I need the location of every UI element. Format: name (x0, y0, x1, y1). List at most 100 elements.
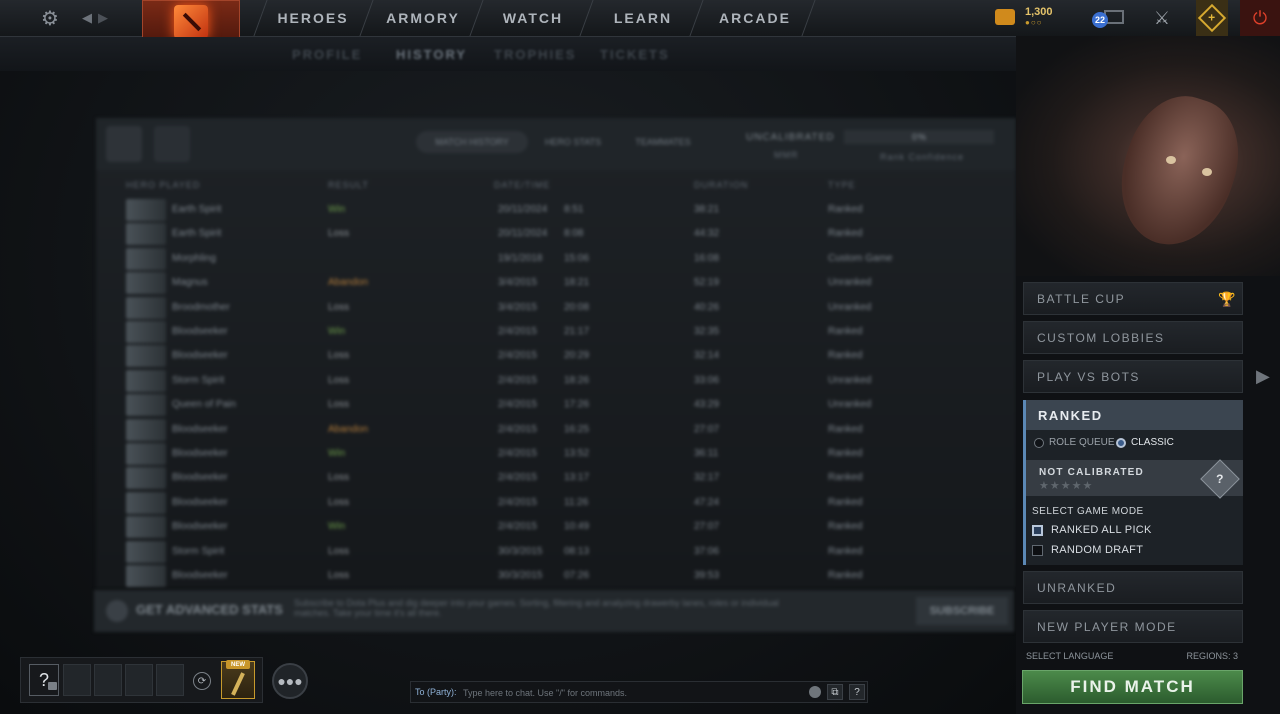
party-slot[interactable] (94, 664, 122, 696)
tab-hero-stats[interactable]: HERO STATS (534, 131, 612, 153)
play-arrow-icon[interactable]: ▶ (1256, 366, 1274, 386)
notifications-button[interactable]: 22 (1092, 8, 1124, 30)
new-item-button[interactable]: NEW (221, 660, 255, 699)
col-hero[interactable]: HERO PLAYED (126, 180, 200, 190)
col-type[interactable]: TYPE (828, 180, 856, 190)
nav-divider (359, 0, 374, 36)
classic-radio[interactable]: CLASSIC (1116, 437, 1174, 448)
table-row[interactable]: Bloodseeker Win 2/4/2015 13:52 36:11 Ranked (96, 442, 1016, 466)
table-row[interactable]: Bloodseeker Loss 2/4/2015 20:29 32:14 Ranked (96, 344, 1016, 368)
gear-icon[interactable]: ⚙ (36, 0, 64, 36)
party-bar: ? ⟳ NEW (20, 657, 263, 703)
mode-random-draft[interactable]: RANDOM DRAFT (1032, 544, 1143, 556)
nav-heroes[interactable]: HEROES (268, 0, 358, 36)
hero-name: Magnus (172, 277, 208, 289)
table-row[interactable]: Broodmother Loss 3/4/2015 20:08 40:26 Unranke… (96, 296, 1016, 320)
match-result: Win (328, 326, 346, 337)
match-duration: 32:17 (694, 472, 720, 484)
chat-settings-icon[interactable]: ⧉ (827, 684, 843, 700)
help-button[interactable]: ? (29, 664, 59, 696)
chat-channel-label[interactable]: To (Party): (415, 687, 457, 697)
plus-icon[interactable]: + (1196, 0, 1228, 36)
play-vs-bots-button[interactable]: PLAY VS BOTS (1023, 360, 1243, 393)
invite-icon[interactable]: ⟳ (193, 672, 211, 690)
item-icon (231, 672, 245, 696)
col-duration[interactable]: DURATION (694, 180, 748, 190)
nav-arcade[interactable]: ARCADE (710, 0, 800, 36)
match-time: 13:52 (564, 448, 590, 459)
regions-link[interactable]: REGIONS: 3 (1186, 651, 1238, 661)
advanced-stats-banner: GET ADVANCED STATS Subscribe to Dota Plu… (94, 590, 1014, 632)
back-arrow-icon[interactable]: ◀ (80, 0, 94, 36)
hero-name: Broodmother (172, 301, 230, 313)
match-result: Loss (328, 399, 350, 411)
chat-input[interactable] (461, 684, 805, 702)
power-icon[interactable]: ⏻ (1240, 0, 1280, 36)
mode-label: RANDOM DRAFT (1051, 544, 1144, 556)
classic-label: CLASSIC (1131, 437, 1174, 448)
table-row[interactable]: Earth Spirit Win 20/11/2024 8:51 38:21 Ranked (96, 198, 1016, 222)
hero-name: Bloodseeker (172, 496, 228, 508)
table-row[interactable]: Storm Spirit Loss 2/4/2015 18:26 33:06 Unrank… (96, 369, 1016, 393)
match-date: 2/4/2015 (498, 448, 537, 459)
subscribe-button[interactable]: SUBSCRIBE (916, 597, 1008, 625)
notification-count-badge: 22 (1092, 12, 1108, 28)
subnav-trophies[interactable]: TROPHIES (494, 47, 576, 62)
match-type: Ranked (828, 350, 863, 362)
table-row[interactable]: Bloodseeker Loss 30/3/2015 07:26 39:53 Ranked (96, 564, 1016, 588)
table-row[interactable]: Earth Spirit Loss 20/11/2024 8:08 44:32 Ranke… (96, 222, 1016, 246)
table-row[interactable]: Bloodseeker Win 2/4/2015 21:17 32:35 Ranked (96, 320, 1016, 344)
col-result[interactable]: RESULT (328, 180, 369, 190)
armory-icon[interactable]: ⚔ (1148, 0, 1176, 36)
table-row[interactable]: Storm Spirit Loss 30/3/2015 08:13 37:06 Ranke… (96, 540, 1016, 564)
nav-watch[interactable]: WATCH (488, 0, 578, 36)
match-time: 21:17 (564, 326, 590, 337)
table-row[interactable]: Morphling 19/1/2018 15:06 16:08 Custom Game (96, 247, 1016, 271)
new-player-mode-button[interactable]: NEW PLAYER MODE (1023, 610, 1243, 643)
subnav-profile[interactable]: PROFILE (292, 47, 362, 62)
hero-name: Bloodseeker (172, 423, 228, 435)
party-slot[interactable] (63, 664, 91, 696)
select-language-link[interactable]: SELECT LANGUAGE (1026, 651, 1113, 661)
currency-display[interactable]: 1,300 ●○○ (995, 6, 1065, 30)
nav-armory[interactable]: ARMORY (378, 0, 468, 36)
match-date: 20/11/2024 (498, 204, 548, 215)
subnav-history[interactable]: HISTORY (396, 47, 467, 62)
match-time: 18:26 (564, 374, 590, 386)
table-row[interactable]: Bloodseeker Win 2/4/2015 10:49 27:07 Ranked (96, 515, 1016, 539)
match-result: Loss (328, 545, 350, 557)
col-date[interactable]: DATE/TIME (494, 180, 550, 190)
ranked-title[interactable]: RANKED (1026, 400, 1243, 430)
nav-learn[interactable]: LEARN (598, 0, 688, 36)
advanced-title: GET ADVANCED STATS (136, 602, 283, 617)
table-row[interactable]: Bloodseeker Abandon 2/4/2015 16:25 27:07 Rank… (96, 418, 1016, 442)
battle-cup-button[interactable]: BATTLE CUP 🏆 (1023, 282, 1243, 315)
match-duration: 33:06 (694, 374, 720, 386)
mode-ranked-all-pick[interactable]: RANKED ALL PICK (1032, 524, 1152, 536)
subnav-tickets[interactable]: TICKETS (600, 47, 670, 62)
unranked-button[interactable]: UNRANKED (1023, 571, 1243, 604)
chat-help-button[interactable]: ? (849, 684, 865, 700)
custom-lobbies-button[interactable]: CUSTOM LOBBIES (1023, 321, 1243, 354)
hero-name: Bloodseeker (172, 521, 228, 533)
tab-teammates[interactable]: TEAMMATES (620, 131, 706, 153)
table-row[interactable]: Bloodseeker Loss 2/4/2015 11:26 47:24 Ranked (96, 491, 1016, 515)
match-date: 30/3/2015 (498, 545, 543, 557)
table-row[interactable]: Magnus Abandon 3/4/2015 18:21 52:19 Unranked (96, 271, 1016, 295)
tab-match-history[interactable]: MATCH HISTORY (416, 131, 528, 153)
table-header: HERO PLAYED RESULT DATE/TIME DURATION TY… (96, 180, 1016, 194)
table-row[interactable]: Bloodseeker Loss 2/4/2015 13:17 32:17 Ranked (96, 466, 1016, 490)
match-date: 2/4/2015 (498, 423, 537, 435)
match-result: Win (328, 204, 346, 215)
match-type: Ranked (828, 448, 863, 459)
friends-icon[interactable]: ●●● (272, 663, 308, 699)
calibration-status: NOT CALIBRATED ★★★★★ ? (1026, 459, 1243, 499)
emoji-icon[interactable] (809, 686, 821, 698)
party-slot[interactable] (156, 664, 184, 696)
match-date: 3/4/2015 (498, 301, 537, 313)
forward-arrow-icon[interactable]: ▶ (96, 0, 110, 36)
role-queue-radio[interactable]: ROLE QUEUE (1034, 437, 1115, 448)
table-row[interactable]: Queen of Pain Loss 2/4/2015 17:26 43:29 Unran… (96, 393, 1016, 417)
party-slot[interactable] (125, 664, 153, 696)
find-match-button[interactable]: FIND MATCH (1022, 670, 1243, 704)
